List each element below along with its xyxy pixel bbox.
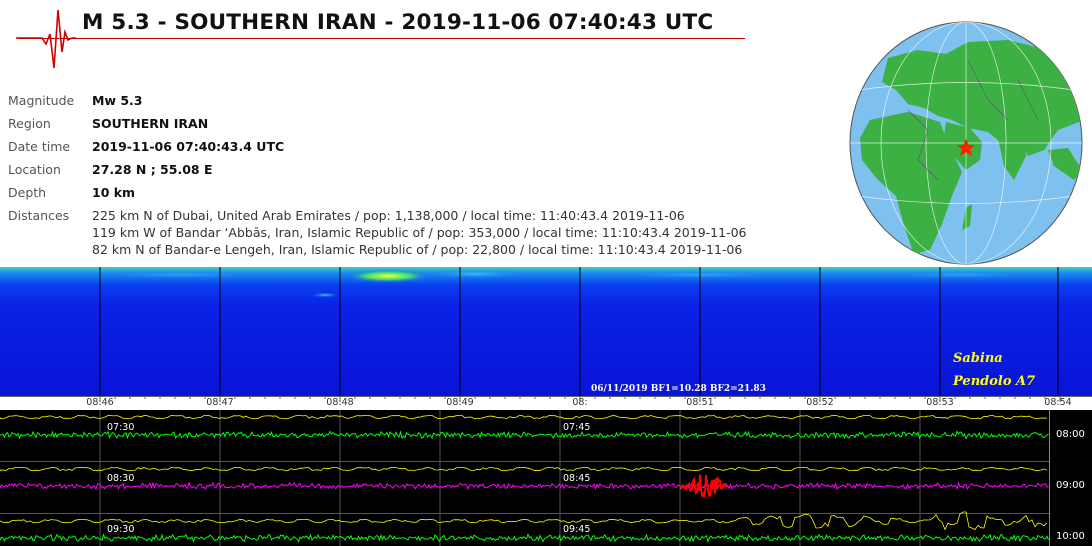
row-hour-label: 08:00 bbox=[1056, 429, 1085, 440]
region-value: SOUTHERN IRAN bbox=[92, 116, 209, 131]
distance-line: 82 km N of Bandar-e Lengeh, Iran, Islami… bbox=[92, 242, 743, 257]
row-start-time: 09:30 bbox=[107, 524, 135, 535]
row-hour-label: 10:00 bbox=[1056, 531, 1085, 542]
time-tick-label: 08:47 bbox=[206, 397, 234, 408]
distances-label: Distances bbox=[8, 208, 70, 223]
page-title: M 5.3 - SOUTHERN IRAN - 2019-11-06 07:40… bbox=[82, 10, 714, 35]
helicorder-panel: 07:30 07:45 08:00 08:30 08:45 09:00 09:3… bbox=[0, 410, 1092, 546]
row-start-time: 07:30 bbox=[107, 422, 135, 433]
row-hour-label: 09:00 bbox=[1056, 480, 1085, 491]
time-tick-label: 08:49 bbox=[446, 397, 474, 408]
row-mid-time: 07:45 bbox=[563, 422, 591, 433]
station-instrument: Pendolo A7 bbox=[953, 374, 1036, 389]
filtered-trace bbox=[0, 415, 1048, 419]
magnitude-label: Magnitude bbox=[8, 93, 75, 108]
depth-value: 10 km bbox=[92, 185, 136, 200]
seismic-trace bbox=[0, 532, 1049, 544]
magnitude-value: Mw 5.3 bbox=[92, 93, 143, 108]
time-tick-label: 08:52 bbox=[806, 397, 834, 408]
time-tick-label: 08:48 bbox=[326, 397, 354, 408]
datetime-label: Date time bbox=[8, 139, 71, 154]
station-name: Sabina bbox=[953, 351, 1003, 366]
title-underline bbox=[18, 38, 745, 39]
row-mid-time: 09:45 bbox=[563, 524, 591, 535]
depth-label: Depth bbox=[8, 185, 47, 200]
filter-info: 06/11/2019 BF1=10.28 BF2=21.83 bbox=[591, 384, 766, 394]
time-tick-label: 08:54 bbox=[1044, 397, 1072, 408]
row-start-time: 08:30 bbox=[107, 473, 135, 484]
time-tick-label: 08:46 bbox=[86, 397, 114, 408]
seismograph-logo-icon bbox=[16, 8, 76, 70]
seismic-trace bbox=[0, 430, 1049, 440]
time-tick-label: 08:53 bbox=[926, 397, 954, 408]
seismic-trace bbox=[0, 481, 1049, 491]
time-tick-label: 08: bbox=[572, 397, 588, 408]
location-value: 27.28 N ; 55.08 E bbox=[92, 162, 213, 177]
filtered-trace bbox=[0, 511, 1048, 531]
time-tick-label: 08:51 bbox=[686, 397, 714, 408]
globe-map-icon bbox=[848, 20, 1084, 266]
region-label: Region bbox=[8, 116, 51, 131]
distance-line: 225 km N of Dubai, United Arab Emirates … bbox=[92, 208, 685, 223]
distance-line: 119 km W of Bandar ‘Abbās, Iran, Islamic… bbox=[92, 225, 747, 240]
location-label: Location bbox=[8, 162, 61, 177]
filtered-trace bbox=[0, 467, 1048, 471]
spectrogram-panel: Sabina Pendolo A7 06/11/2019 BF1=10.28 B… bbox=[0, 267, 1092, 396]
datetime-value: 2019-11-06 07:40:43.4 UTC bbox=[92, 139, 285, 154]
row-mid-time: 08:45 bbox=[563, 473, 591, 484]
